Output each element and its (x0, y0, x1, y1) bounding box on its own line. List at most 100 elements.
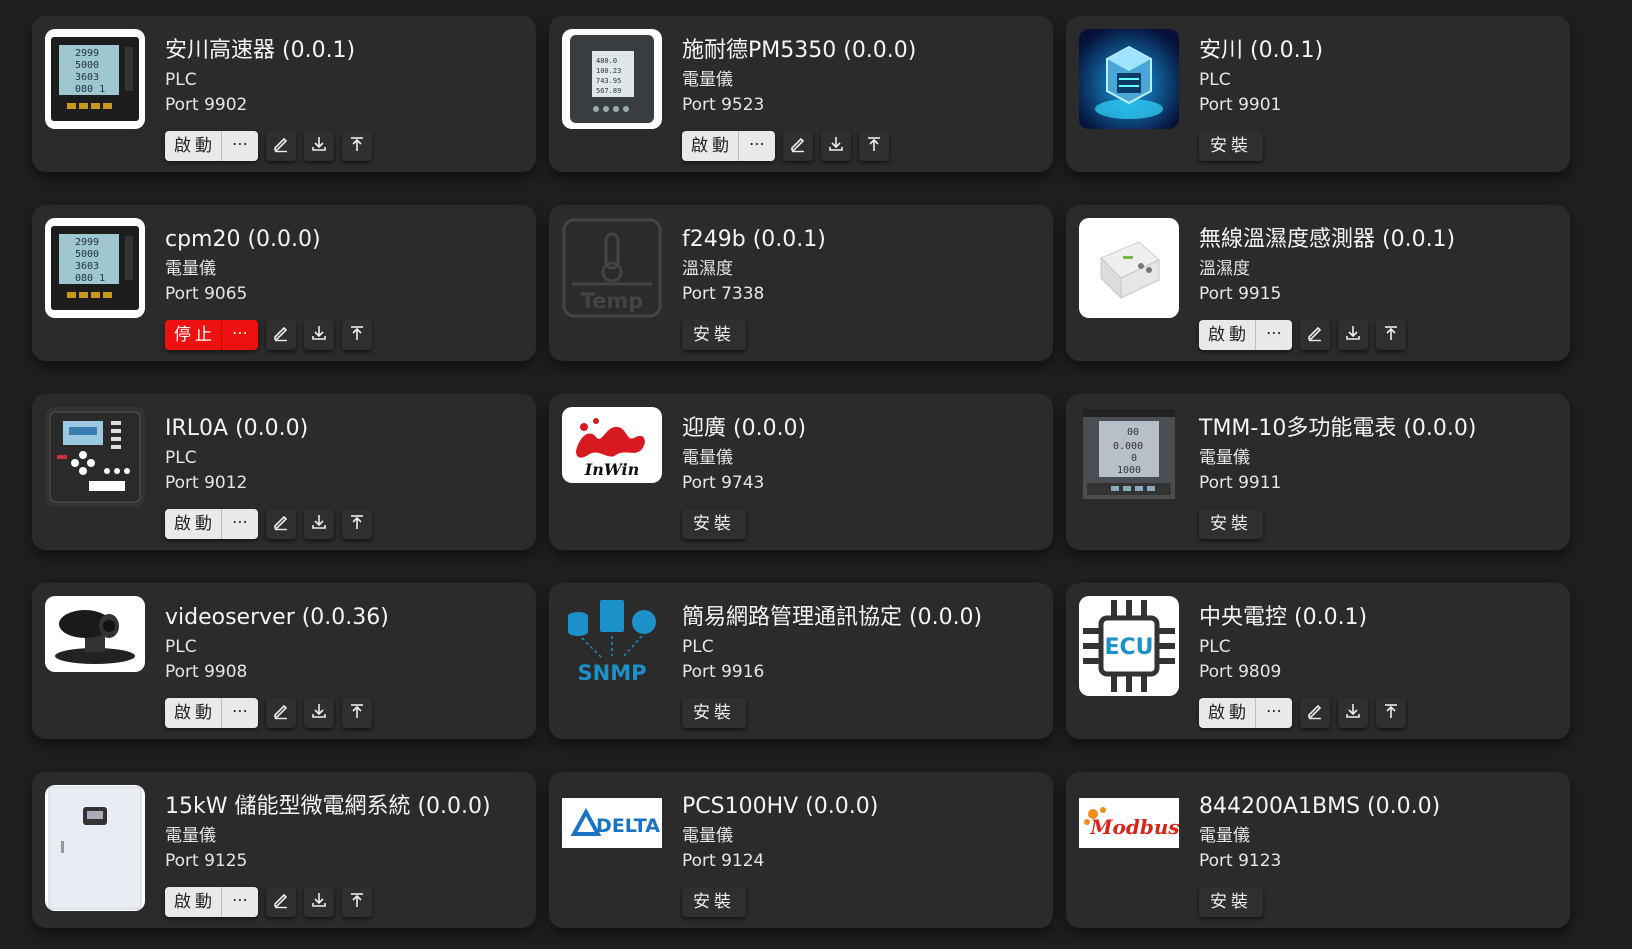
device-port: Port 9911 (1199, 473, 1282, 493)
device-title: 15kW 儲能型微電網系統 (0.0.0) (165, 794, 491, 819)
device-port: Port 9065 (165, 284, 248, 304)
download-icon (1344, 702, 1362, 724)
more-options-button[interactable]: ⋯ (1256, 698, 1292, 728)
device-info: 15kW 儲能型微電網系統 (0.0.0) 電量儀 Port 9125 (165, 792, 526, 874)
start-button[interactable]: 啟動 (165, 698, 222, 728)
start-button-group: 啟動 ⋯ (1199, 320, 1292, 350)
more-options-button[interactable]: ⋯ (222, 698, 258, 728)
device-actions: 停止 ⋯ (165, 319, 372, 351)
svg-text:3603: 3603 (75, 72, 99, 83)
device-card: 安川 (0.0.1) PLC Port 9901 安裝 (1066, 16, 1570, 172)
more-options-button[interactable]: ⋯ (222, 509, 258, 539)
install-button[interactable]: 安裝 (682, 887, 746, 917)
start-button[interactable]: 啟動 (165, 131, 222, 161)
stop-button[interactable]: 停止 (165, 320, 222, 350)
pencil-icon (1306, 324, 1324, 346)
edit-button[interactable] (1300, 320, 1330, 350)
device-title: f249b (0.0.1) (682, 227, 826, 252)
download-button[interactable] (304, 131, 334, 161)
edit-button[interactable] (266, 509, 296, 539)
start-button[interactable]: 啟動 (165, 887, 222, 917)
stop-button-group: 停止 ⋯ (165, 320, 258, 350)
start-button-group: 啟動 ⋯ (165, 887, 258, 917)
edit-button[interactable] (1300, 698, 1330, 728)
upload-top-button[interactable] (342, 131, 372, 161)
install-button[interactable]: 安裝 (682, 509, 746, 539)
more-options-button[interactable]: ⋯ (222, 887, 258, 917)
device-title: PCS100HV (0.0.0) (682, 794, 879, 819)
device-port: Port 9523 (682, 95, 765, 115)
download-button[interactable] (1338, 320, 1368, 350)
pencil-icon (272, 702, 290, 724)
more-options-button[interactable]: ⋯ (739, 131, 775, 161)
edit-button[interactable] (266, 887, 296, 917)
upload-top-button[interactable] (342, 887, 372, 917)
device-info: 施耐德PM5350 (0.0.0) 電量儀 Port 9523 (682, 36, 1043, 118)
device-info: 簡易網路管理通訊協定 (0.0.0) PLC Port 9916 (682, 603, 1043, 685)
more-options-button[interactable]: ⋯ (1256, 320, 1292, 350)
install-button[interactable]: 安裝 (1199, 131, 1263, 161)
upload-top-button[interactable] (342, 320, 372, 350)
upload-top-button[interactable] (342, 509, 372, 539)
device-card: 2999 5000 3603 080 1 cpm20 (0.0.0) 電量儀 Port… (32, 205, 536, 361)
device-category: PLC (165, 448, 197, 468)
start-button[interactable]: 啟動 (682, 131, 739, 161)
download-button[interactable] (304, 698, 334, 728)
device-port: Port 9915 (1199, 284, 1282, 304)
controller-panel-image (45, 407, 145, 507)
device-info: 中央電控 (0.0.1) PLC Port 9809 (1199, 603, 1560, 685)
edit-button[interactable] (266, 131, 296, 161)
start-button[interactable]: 啟動 (1199, 698, 1256, 728)
arrow-to-top-icon (1382, 702, 1400, 724)
power-meter-image: 2999 5000 3603 080 1 (45, 218, 145, 318)
svg-text:InWin: InWin (584, 460, 640, 479)
device-card: 15kW 儲能型微電網系統 (0.0.0) 電量儀 Port 9125 啟動 ⋯ (32, 772, 536, 928)
device-actions: 啟動 ⋯ (165, 130, 372, 162)
install-button[interactable]: 安裝 (1199, 509, 1263, 539)
more-options-button[interactable]: ⋯ (222, 320, 258, 350)
download-button[interactable] (304, 320, 334, 350)
download-icon (310, 513, 328, 535)
device-title: cpm20 (0.0.0) (165, 227, 321, 252)
upload-top-button[interactable] (1376, 320, 1406, 350)
device-title: 安川 (0.0.1) (1199, 38, 1324, 63)
install-button[interactable]: 安裝 (682, 698, 746, 728)
download-button[interactable] (821, 131, 851, 161)
device-actions: 啟動 ⋯ (165, 508, 372, 540)
upload-top-button[interactable] (342, 698, 372, 728)
server-cube-image (1079, 29, 1179, 129)
device-card: 480.0 100.23 743.95 567.89 施耐德PM5350 (0.0.0… (549, 16, 1053, 172)
svg-text:0: 0 (1131, 453, 1137, 464)
upload-top-button[interactable] (1376, 698, 1406, 728)
edit-button[interactable] (783, 131, 813, 161)
more-options-button[interactable]: ⋯ (222, 131, 258, 161)
install-button[interactable]: 安裝 (1199, 887, 1263, 917)
device-card: 2999 5000 3603 080 1 安川高速器 (0.0.1) PLC Port… (32, 16, 536, 172)
device-actions: 安裝 (1199, 886, 1263, 918)
upload-top-button[interactable] (859, 131, 889, 161)
edit-button[interactable] (266, 698, 296, 728)
download-button[interactable] (304, 509, 334, 539)
device-category: 電量儀 (682, 826, 733, 846)
temp-placeholder-image: Temp (562, 218, 662, 318)
device-info: TMM-10多功能電表 (0.0.0) 電量儀 Port 9911 (1199, 414, 1560, 496)
install-button[interactable]: 安裝 (682, 320, 746, 350)
device-title: IRL0A (0.0.0) (165, 416, 309, 441)
start-button[interactable]: 啟動 (1199, 320, 1256, 350)
start-button[interactable]: 啟動 (165, 509, 222, 539)
download-icon (310, 135, 328, 157)
svg-text:2999: 2999 (75, 48, 99, 59)
start-button-group: 啟動 ⋯ (682, 131, 775, 161)
device-port: Port 9012 (165, 473, 248, 493)
download-button[interactable] (304, 887, 334, 917)
svg-text:ECU: ECU (1104, 635, 1153, 660)
edit-button[interactable] (266, 320, 296, 350)
humidity-sensor-image (1079, 218, 1179, 318)
pencil-icon (272, 513, 290, 535)
svg-text:Modbus: Modbus (1089, 815, 1179, 839)
svg-text:480.0: 480.0 (596, 57, 617, 65)
device-category: PLC (165, 70, 197, 90)
device-info: 迎廣 (0.0.0) 電量儀 Port 9743 (682, 414, 1043, 496)
pencil-icon (272, 891, 290, 913)
download-button[interactable] (1338, 698, 1368, 728)
